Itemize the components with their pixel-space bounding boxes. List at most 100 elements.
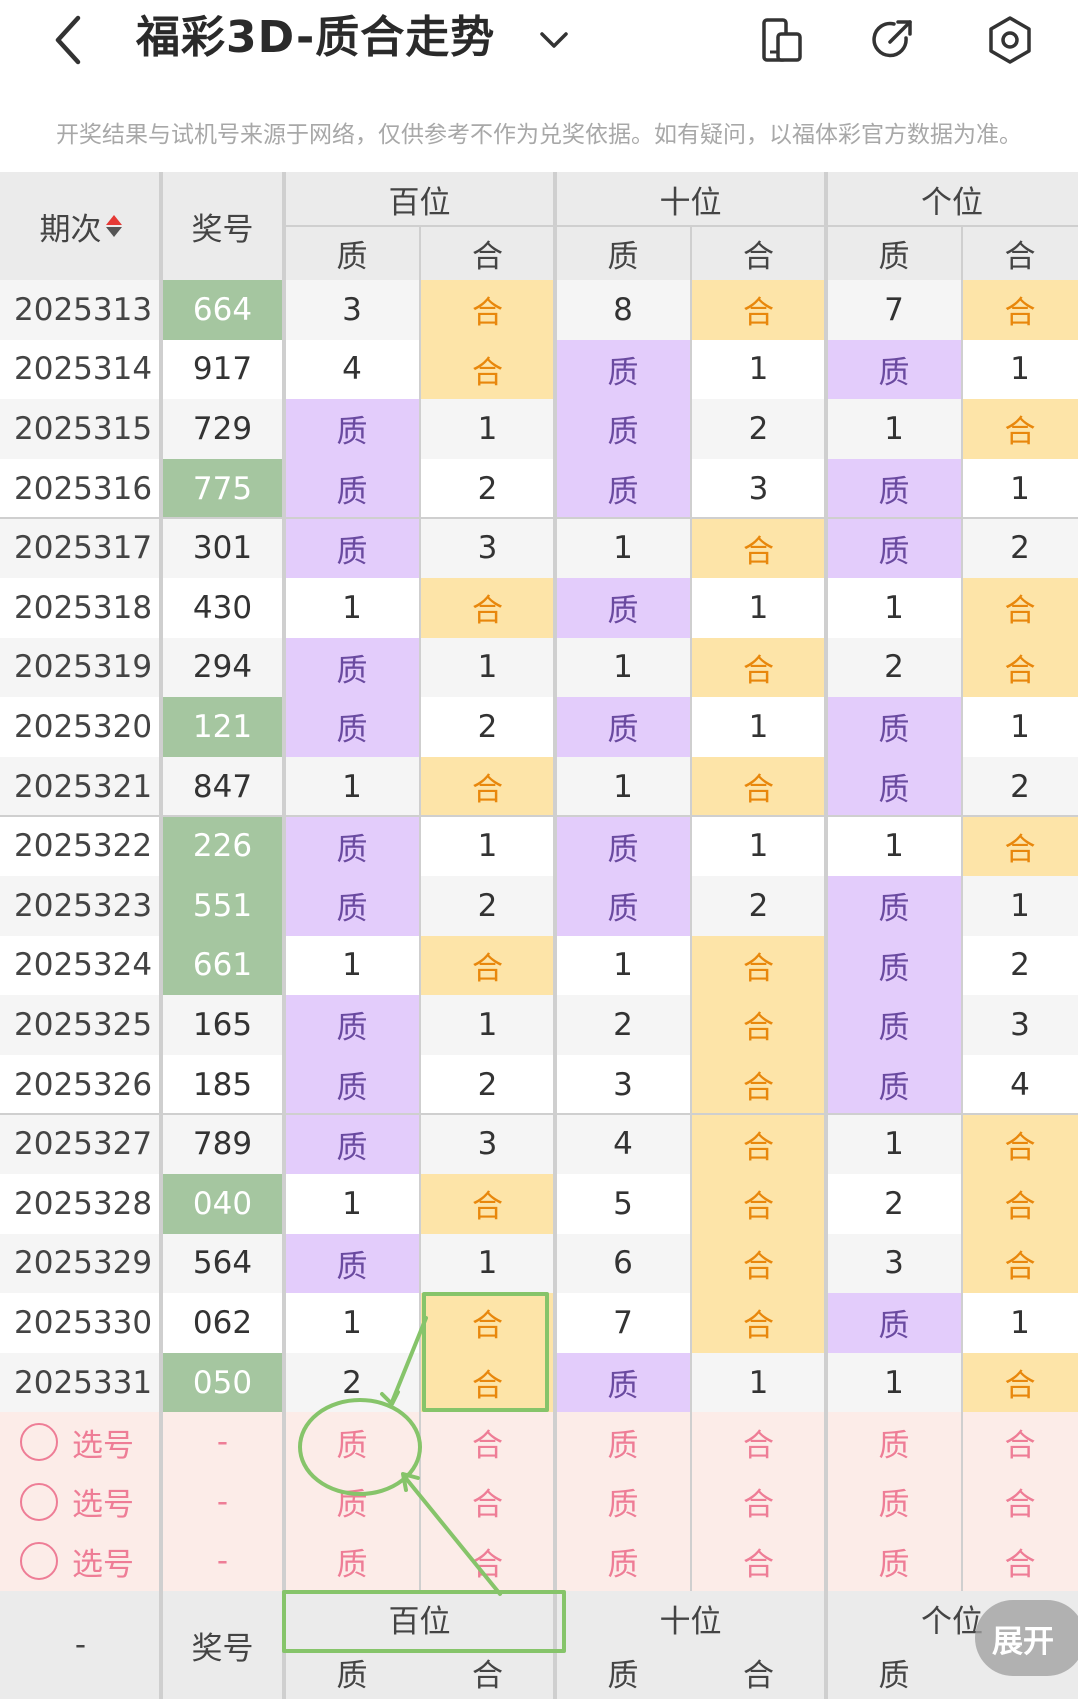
pick-option-he[interactable]: 合	[691, 1412, 826, 1472]
pick-option-zhi[interactable]: 质	[826, 1412, 962, 1472]
sort-icon[interactable]	[105, 215, 122, 237]
trend-cell-he: 1	[420, 1233, 555, 1294]
period-cell: 2025323	[0, 876, 161, 936]
trend-cell-zhi: 质	[826, 995, 962, 1055]
radio-circle-icon[interactable]	[20, 1482, 58, 1521]
trend-cell-he: 合	[962, 1114, 1078, 1174]
draw-number-cell: 729	[161, 399, 284, 459]
footer-sub-header: 合	[420, 1645, 555, 1700]
draw-number-cell: 551	[161, 876, 284, 936]
trend-cell-zhi: 质	[826, 876, 962, 936]
period-cell: 2025316	[0, 458, 161, 519]
trend-cell-he: 1	[420, 399, 555, 459]
footer-group-header-0: 百位	[284, 1591, 555, 1646]
sub-header-zhi: 质	[555, 226, 691, 280]
radio-circle-icon[interactable]	[20, 1542, 58, 1581]
trend-cell-zhi: 质	[826, 1054, 962, 1115]
share-icon[interactable]	[866, 14, 918, 66]
back-arrow-icon[interactable]	[48, 12, 92, 68]
pick-option-zhi[interactable]: 质	[284, 1472, 420, 1532]
trend-cell-he: 2	[691, 876, 826, 936]
trend-cell-he: 2	[420, 876, 555, 936]
trend-cell-zhi: 质	[826, 339, 962, 400]
pick-option-he[interactable]: 合	[962, 1412, 1078, 1472]
grid-divider	[159, 172, 163, 1700]
footer-sub-header: 合	[691, 1645, 826, 1700]
pick-option-he[interactable]: 合	[691, 1531, 826, 1592]
trend-cell-zhi: 1	[555, 935, 691, 996]
draw-number-cell: 050	[161, 1352, 284, 1413]
trend-cell-zhi: 质	[284, 458, 420, 519]
trend-cell-he: 2	[962, 935, 1078, 996]
trend-cell-zhi: 1	[826, 1114, 962, 1174]
pick-option-zhi[interactable]: 质	[826, 1531, 962, 1592]
radio-circle-icon[interactable]	[20, 1423, 58, 1462]
trend-cell-he: 3	[691, 458, 826, 519]
disclaimer-notice: 开奖结果与试机号来源于网络，仅供参考不作为兑奖依据。如有疑问，以福体彩官方数据为…	[56, 122, 1022, 148]
trend-cell-zhi: 质	[284, 1233, 420, 1294]
grid-divider	[284, 225, 1078, 227]
draw-number-cell: 294	[161, 637, 284, 698]
trend-cell-zhi: 1	[826, 816, 962, 876]
trend-cell-zhi: 4	[284, 339, 420, 400]
pick-option-he[interactable]: 合	[691, 1472, 826, 1532]
device-layout-icon[interactable]	[756, 14, 808, 66]
trend-cell-zhi: 3	[826, 1233, 962, 1294]
pick-option-zhi[interactable]: 质	[826, 1472, 962, 1532]
trend-cell-zhi: 7	[555, 1293, 691, 1353]
pick-option-zhi[interactable]: 质	[555, 1412, 691, 1472]
pick-option-zhi[interactable]: 质	[555, 1531, 691, 1592]
column-header-number: 奖号	[161, 172, 284, 280]
trend-cell-he: 合	[962, 1174, 1078, 1234]
trend-cell-he: 合	[420, 1352, 555, 1413]
pick-option-he[interactable]: 合	[962, 1531, 1078, 1592]
trend-cell-zhi: 1	[826, 399, 962, 459]
trend-cell-he: 2	[691, 399, 826, 459]
trend-cell-zhi: 质	[555, 458, 691, 519]
trend-cell-he: 2	[420, 458, 555, 519]
trend-cell-he: 合	[420, 280, 555, 340]
trend-cell-zhi: 质	[284, 995, 420, 1055]
trend-cell-he: 1	[962, 339, 1078, 400]
expand-button[interactable]: 展开	[975, 1600, 1078, 1676]
pick-option-he[interactable]: 合	[962, 1472, 1078, 1532]
trend-cell-he: 合	[691, 935, 826, 996]
pick-option-zhi[interactable]: 质	[284, 1412, 420, 1472]
period-cell: 2025317	[0, 518, 161, 578]
pick-option-zhi[interactable]: 质	[284, 1531, 420, 1592]
period-cell: 2025330	[0, 1293, 161, 1353]
trend-cell-he: 合	[691, 1293, 826, 1353]
trend-cell-he: 合	[691, 518, 826, 578]
trend-cell-he: 3	[962, 995, 1078, 1055]
period-cell: 2025321	[0, 756, 161, 817]
trend-cell-zhi: 5	[555, 1174, 691, 1234]
pick-option-he[interactable]: 合	[420, 1412, 555, 1472]
pick-row-selector[interactable]: 选号	[0, 1472, 161, 1532]
trend-cell-zhi: 7	[826, 280, 962, 340]
draw-number-cell: 121	[161, 697, 284, 757]
grid-divider	[419, 226, 421, 1592]
sub-header-he: 合	[962, 226, 1078, 280]
column-header-period[interactable]: 期次	[0, 172, 161, 280]
pick-option-he[interactable]: 合	[420, 1531, 555, 1592]
pick-option-zhi[interactable]: 质	[555, 1472, 691, 1532]
pick-row-selector[interactable]: 选号	[0, 1531, 161, 1592]
pick-label: 选号	[72, 1546, 134, 1583]
sub-header-zhi: 质	[826, 226, 962, 280]
trend-cell-he: 1	[691, 816, 826, 876]
period-cell: 2025328	[0, 1174, 161, 1234]
grid-divider	[961, 226, 963, 1592]
trend-cell-he: 1	[962, 458, 1078, 519]
footer-sub-header: 质	[826, 1645, 962, 1700]
trend-cell-he: 2	[420, 697, 555, 757]
draw-number-cell: 430	[161, 578, 284, 638]
draw-number-cell: 789	[161, 1114, 284, 1174]
trend-cell-zhi: 2	[555, 995, 691, 1055]
chevron-down-icon[interactable]	[534, 22, 574, 56]
settings-gear-icon[interactable]	[984, 14, 1036, 66]
pick-option-he[interactable]: 合	[420, 1472, 555, 1532]
trend-cell-he: 合	[962, 399, 1078, 459]
pick-row-selector[interactable]: 选号	[0, 1412, 161, 1472]
trend-cell-he: 合	[691, 637, 826, 698]
trend-cell-zhi: 质	[555, 339, 691, 400]
